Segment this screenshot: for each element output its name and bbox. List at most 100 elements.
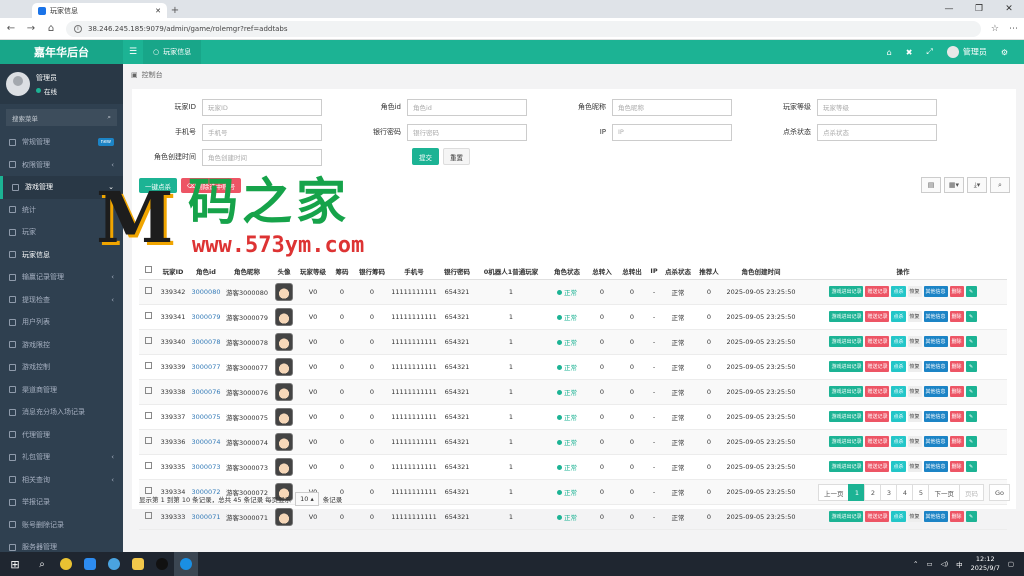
edit-icon[interactable]: ✎ <box>965 511 977 522</box>
action-button-3[interactable]: 恢复 <box>907 361 922 372</box>
action-button-2[interactable]: 点杀 <box>891 361 906 372</box>
sidebar-item[interactable]: 代理管理 <box>0 424 123 447</box>
qq-icon[interactable] <box>150 552 174 576</box>
sidebar-item[interactable]: 账号删除记录 <box>0 514 123 537</box>
row-checkbox[interactable] <box>144 437 152 444</box>
action-button-3[interactable]: 恢复 <box>907 286 922 297</box>
page-number[interactable]: 3 <box>880 484 898 501</box>
volume-icon[interactable]: ◁) <box>941 560 949 568</box>
page-size-select[interactable]: 10 ▴ <box>295 492 319 506</box>
action-button-2[interactable]: 点杀 <box>891 336 906 347</box>
admin-menu[interactable]: 管理员 <box>946 46 987 58</box>
home-icon[interactable]: ⌂ <box>46 23 56 34</box>
action-button-4[interactable]: 其他信息 <box>923 336 948 347</box>
edit-icon[interactable]: ✎ <box>965 336 977 347</box>
row-checkbox[interactable] <box>144 312 152 319</box>
file-explorer-icon[interactable] <box>126 552 150 576</box>
action-button-5[interactable]: 删除 <box>949 311 964 322</box>
action-button-1[interactable]: 赠送记录 <box>865 286 890 297</box>
page-number[interactable]: 2 <box>864 484 882 501</box>
row-checkbox[interactable] <box>144 512 152 519</box>
export-icon[interactable]: ⤓▾ <box>967 177 987 193</box>
action-button-0[interactable]: 游戏进出记录 <box>829 461 864 472</box>
edge-icon[interactable] <box>174 552 198 576</box>
app-icon-blue[interactable] <box>78 552 102 576</box>
sidebar-item[interactable]: 游戏控制 <box>0 356 123 379</box>
sidebar-search-input[interactable]: 搜索菜单 ⌕ <box>6 109 117 126</box>
search-input-7[interactable]: 点杀状态 <box>817 123 937 141</box>
edit-icon[interactable]: ✎ <box>965 286 977 297</box>
action-button-0[interactable]: 游戏进出记录 <box>829 286 864 297</box>
action-button-0[interactable]: 游戏进出记录 <box>829 386 864 397</box>
action-button-5[interactable]: 删除 <box>949 361 964 372</box>
minimize-icon[interactable]: — <box>934 0 964 18</box>
action-button-3[interactable]: 恢复 <box>907 436 922 447</box>
action-button-5[interactable]: 删除 <box>949 436 964 447</box>
action-button-0[interactable]: 游戏进出记录 <box>829 311 864 322</box>
action-button-3[interactable]: 恢复 <box>907 336 922 347</box>
sidebar-item[interactable]: 举报记录 <box>0 491 123 514</box>
app-tab-player-info[interactable]: ○ 玩家信息 <box>143 40 202 64</box>
row-checkbox[interactable] <box>144 412 152 419</box>
new-tab-button[interactable]: + <box>167 3 183 18</box>
sidebar-item[interactable]: 相关查询 ‹ <box>0 469 123 492</box>
role-id-link[interactable]: 3000077 <box>189 354 223 380</box>
action-button-0[interactable]: 游戏进出记录 <box>829 511 864 522</box>
action-button-5[interactable]: 删除 <box>949 336 964 347</box>
action-button-0[interactable]: 游戏进出记录 <box>829 336 864 347</box>
action-button-5[interactable]: 删除 <box>949 386 964 397</box>
role-id-link[interactable]: 3000075 <box>189 404 223 430</box>
home-nav-icon[interactable]: ⌂ <box>887 48 892 57</box>
breadcrumb-item[interactable]: 控制台 <box>142 70 163 80</box>
action-button-4[interactable]: 其他信息 <box>923 436 948 447</box>
menu-toggle-icon[interactable]: ☰ <box>123 47 143 57</box>
toggle-view-icon[interactable]: ▤ <box>921 177 941 193</box>
browser-tab[interactable]: 玩家信息 ✕ <box>32 3 167 18</box>
action-button-1[interactable]: 赠送记录 <box>865 311 890 322</box>
action-button-2[interactable]: 点杀 <box>891 286 906 297</box>
sidebar-item[interactable]: 常规管理 new <box>0 131 123 154</box>
action-button-5[interactable]: 删除 <box>949 461 964 472</box>
bookmark-star-icon[interactable]: ☆ <box>991 24 999 34</box>
action-button-4[interactable]: 其他信息 <box>923 511 948 522</box>
row-checkbox[interactable] <box>144 362 152 369</box>
action-button-2[interactable]: 点杀 <box>891 461 906 472</box>
sidebar-item[interactable]: 礼包管理 ‹ <box>0 446 123 469</box>
sidebar-item[interactable]: 用户列表 <box>0 311 123 334</box>
action-button-3[interactable]: 恢复 <box>907 386 922 397</box>
action-button-2[interactable]: 点杀 <box>891 386 906 397</box>
action-button-3[interactable]: 恢复 <box>907 311 922 322</box>
role-id-link[interactable]: 3000076 <box>189 379 223 405</box>
search-input-4[interactable]: 手机号 <box>202 123 322 141</box>
page-number[interactable]: 4 <box>896 484 914 501</box>
role-id-link[interactable]: 3000078 <box>189 329 223 355</box>
page-number[interactable]: 1 <box>848 484 866 501</box>
action-button-4[interactable]: 其他信息 <box>923 411 948 422</box>
action-button-4[interactable]: 其他信息 <box>923 386 948 397</box>
tab-close-icon[interactable]: ✕ <box>155 7 161 15</box>
action-button-4[interactable]: 其他信息 <box>923 286 948 297</box>
reset-button[interactable]: 重置 <box>443 148 470 165</box>
search-input-0[interactable]: 玩家ID <box>202 98 322 116</box>
action-button-2[interactable]: 点杀 <box>891 436 906 447</box>
edit-icon[interactable]: ✎ <box>965 436 977 447</box>
edit-icon[interactable]: ✎ <box>965 361 977 372</box>
back-icon[interactable]: ← <box>6 23 16 34</box>
row-checkbox[interactable] <box>144 387 152 394</box>
role-id-link[interactable]: 3000079 <box>189 304 223 330</box>
role-id-link[interactable]: 3000073 <box>189 454 223 480</box>
row-checkbox[interactable] <box>144 287 152 294</box>
columns-icon[interactable]: ▦▾ <box>944 177 964 193</box>
action-button-4[interactable]: 其他信息 <box>923 361 948 372</box>
action-button-1[interactable]: 赠送记录 <box>865 386 890 397</box>
sidebar-item[interactable]: 提现检查 ‹ <box>0 289 123 312</box>
page-jump-input[interactable]: 页码 <box>958 484 984 501</box>
edit-icon[interactable]: ✎ <box>965 411 977 422</box>
sidebar-item[interactable]: 游戏限控 <box>0 334 123 357</box>
action-button-2[interactable]: 点杀 <box>891 311 906 322</box>
action-button-1[interactable]: 赠送记录 <box>865 511 890 522</box>
action-button-2[interactable]: 点杀 <box>891 411 906 422</box>
action-button-0[interactable]: 游戏进出记录 <box>829 361 864 372</box>
search-input-2[interactable]: 角色昵称 <box>612 98 732 116</box>
sidebar-item[interactable]: 服务器管理 <box>0 536 123 552</box>
